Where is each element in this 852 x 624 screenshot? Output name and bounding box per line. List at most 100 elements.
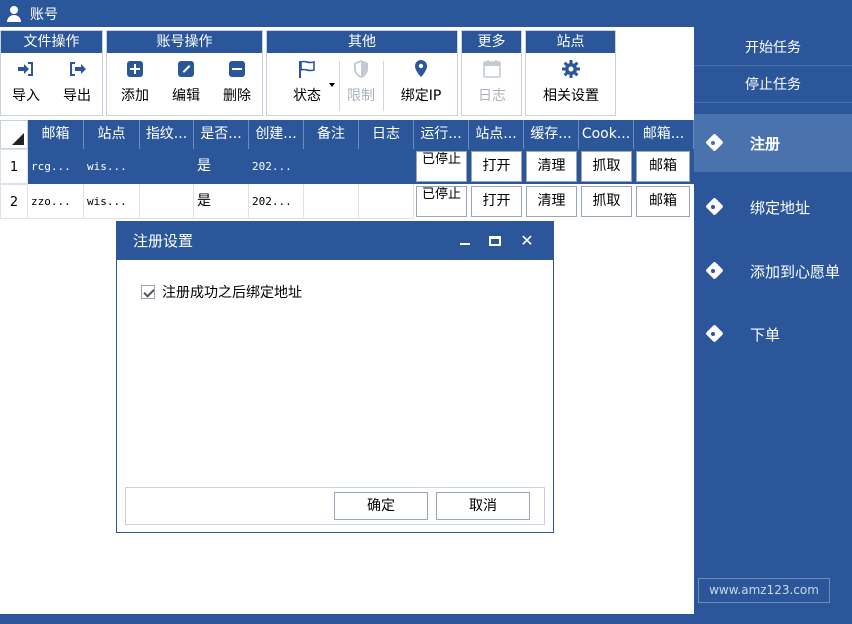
fingerprint-cell [140, 184, 194, 219]
column-header[interactable]: 是否... [194, 120, 249, 149]
group-other: 其他 状态 限制 绑定IP [266, 30, 458, 116]
delete-icon [226, 59, 248, 79]
checkbox-label: 注册成功之后绑定地址 [162, 285, 302, 301]
column-header[interactable]: Cook... [579, 120, 634, 149]
group-account-label: 账号操作 [107, 31, 262, 53]
clear-cache-button[interactable]: 清理 [526, 151, 577, 182]
group-file: 文件操作 导入 导出 [0, 30, 103, 116]
nav-item-label: 添加到心愿单 [750, 262, 841, 281]
clear-cache-button[interactable]: 清理 [526, 186, 577, 217]
nav-item-register[interactable]: 注册 [694, 114, 852, 172]
open-site-button[interactable]: 打开 [471, 186, 522, 217]
group-more-label: 更多 [462, 31, 521, 53]
group-file-label: 文件操作 [1, 31, 102, 53]
import-button[interactable]: 导入 [7, 59, 45, 105]
row-number: 1 [0, 149, 28, 184]
start-task-button[interactable]: 开始任务 [694, 30, 852, 66]
ribbon-separator [383, 61, 384, 111]
status-dropdown-button[interactable]: 状态 [277, 59, 337, 105]
log-cell [359, 149, 414, 184]
maximize-icon[interactable] [479, 222, 511, 260]
title-bar: 账号 [0, 0, 852, 27]
bind-ip-button[interactable]: 绑定IP [389, 59, 453, 105]
close-icon[interactable]: ✕ [511, 222, 543, 260]
chevron-down-icon [329, 83, 335, 87]
table-row[interactable]: 1 rcg... wis... 是 202... 已停止 打开 清理 抓取 邮箱 [0, 149, 694, 184]
ribbon-separator [339, 61, 340, 111]
column-header[interactable]: 邮箱... [634, 120, 694, 149]
site-cell: wis... [84, 149, 140, 184]
grab-cookie-button[interactable]: 抓取 [581, 151, 632, 182]
email-cell: zzo... [28, 184, 84, 219]
run-status-button[interactable]: 已停止 [416, 151, 467, 182]
column-header[interactable]: 站点... [469, 120, 524, 149]
site-cell: wis... [84, 184, 140, 219]
delete-button[interactable]: 删除 [217, 59, 257, 105]
edit-button[interactable]: 编辑 [166, 59, 206, 105]
add-icon [124, 59, 146, 79]
limit-button[interactable]: 限制 [343, 59, 379, 105]
shield-icon [350, 59, 372, 79]
tag-icon [706, 263, 728, 279]
tag-icon [706, 199, 728, 215]
grab-cookie-button[interactable]: 抓取 [581, 186, 632, 217]
import-icon [15, 59, 37, 79]
location-pin-icon [410, 59, 432, 79]
note-cell [304, 149, 359, 184]
mailbox-button[interactable]: 邮箱 [636, 186, 690, 217]
select-all-corner[interactable] [0, 120, 28, 149]
dialog-footer: 确定 取消 [125, 487, 545, 525]
stop-task-button[interactable]: 停止任务 [694, 67, 852, 103]
flag-icon [296, 59, 318, 79]
edit-icon [175, 59, 197, 79]
column-header[interactable]: 运行... [414, 120, 469, 149]
column-header[interactable]: 站点 [84, 120, 140, 149]
note-cell [304, 184, 359, 219]
table-row[interactable]: 2 zzo... wis... 是 202... 已停止 打开 清理 抓取 邮箱 [0, 184, 694, 219]
dialog-title: 注册设置 [133, 232, 194, 250]
group-site: 站点 相关设置 [525, 30, 616, 116]
group-account: 账号操作 添加 编辑 删除 [106, 30, 263, 116]
nav-item-bind-address[interactable]: 绑定地址 [694, 178, 852, 236]
minimize-icon[interactable] [449, 222, 481, 260]
nav-item-add-to-wishlist[interactable]: 添加到心愿单 [694, 242, 852, 300]
created-cell: 202... [249, 184, 304, 219]
email-cell: rcg... [28, 149, 84, 184]
column-header[interactable]: 日志 [359, 120, 414, 149]
nav-item-place-order[interactable]: 下单 [694, 305, 852, 363]
ribbon-toolbar: 文件操作 导入 导出 账号操作 添加 编辑 删除 其他 状态 限制 绑定IP 更… [0, 27, 694, 120]
run-status-button[interactable]: 已停止 [416, 186, 467, 217]
gear-icon [560, 59, 582, 79]
export-button[interactable]: 导出 [57, 59, 97, 105]
user-icon [6, 5, 22, 22]
column-header[interactable]: 指纹... [140, 120, 194, 149]
ok-button[interactable]: 确定 [334, 492, 428, 520]
export-icon [66, 59, 88, 79]
group-more: 更多 日志 [461, 30, 522, 116]
tag-icon [706, 135, 728, 151]
site-settings-button[interactable]: 相关设置 [536, 59, 606, 105]
column-header[interactable]: 邮箱 [28, 120, 84, 149]
cancel-button[interactable]: 取消 [436, 492, 530, 520]
log-button[interactable]: 日志 [472, 59, 512, 105]
nav-item-label: 下单 [750, 325, 781, 344]
log-cell [359, 184, 414, 219]
register-settings-dialog: 注册设置 ✕ 注册成功之后绑定地址 确定 取消 [116, 221, 554, 533]
group-other-label: 其他 [267, 31, 457, 53]
calendar-icon [481, 59, 503, 79]
bind-address-checkbox[interactable] [141, 285, 155, 299]
task-side-panel: 开始任务 停止任务 注册 绑定地址 添加到心愿单 下单 [694, 27, 852, 614]
nav-item-label: 注册 [750, 134, 781, 153]
open-site-button[interactable]: 打开 [471, 151, 522, 182]
flag-cell: 是 [194, 149, 249, 184]
bind-address-option[interactable]: 注册成功之后绑定地址 [141, 282, 302, 302]
group-site-label: 站点 [526, 31, 615, 53]
column-header[interactable]: 备注 [304, 120, 359, 149]
fingerprint-cell [140, 149, 194, 184]
tag-icon [706, 326, 728, 342]
column-header[interactable]: 缓存... [524, 120, 579, 149]
add-button[interactable]: 添加 [115, 59, 155, 105]
window-title: 账号 [30, 6, 58, 23]
column-header[interactable]: 创建... [249, 120, 304, 149]
mailbox-button[interactable]: 邮箱 [636, 151, 690, 182]
